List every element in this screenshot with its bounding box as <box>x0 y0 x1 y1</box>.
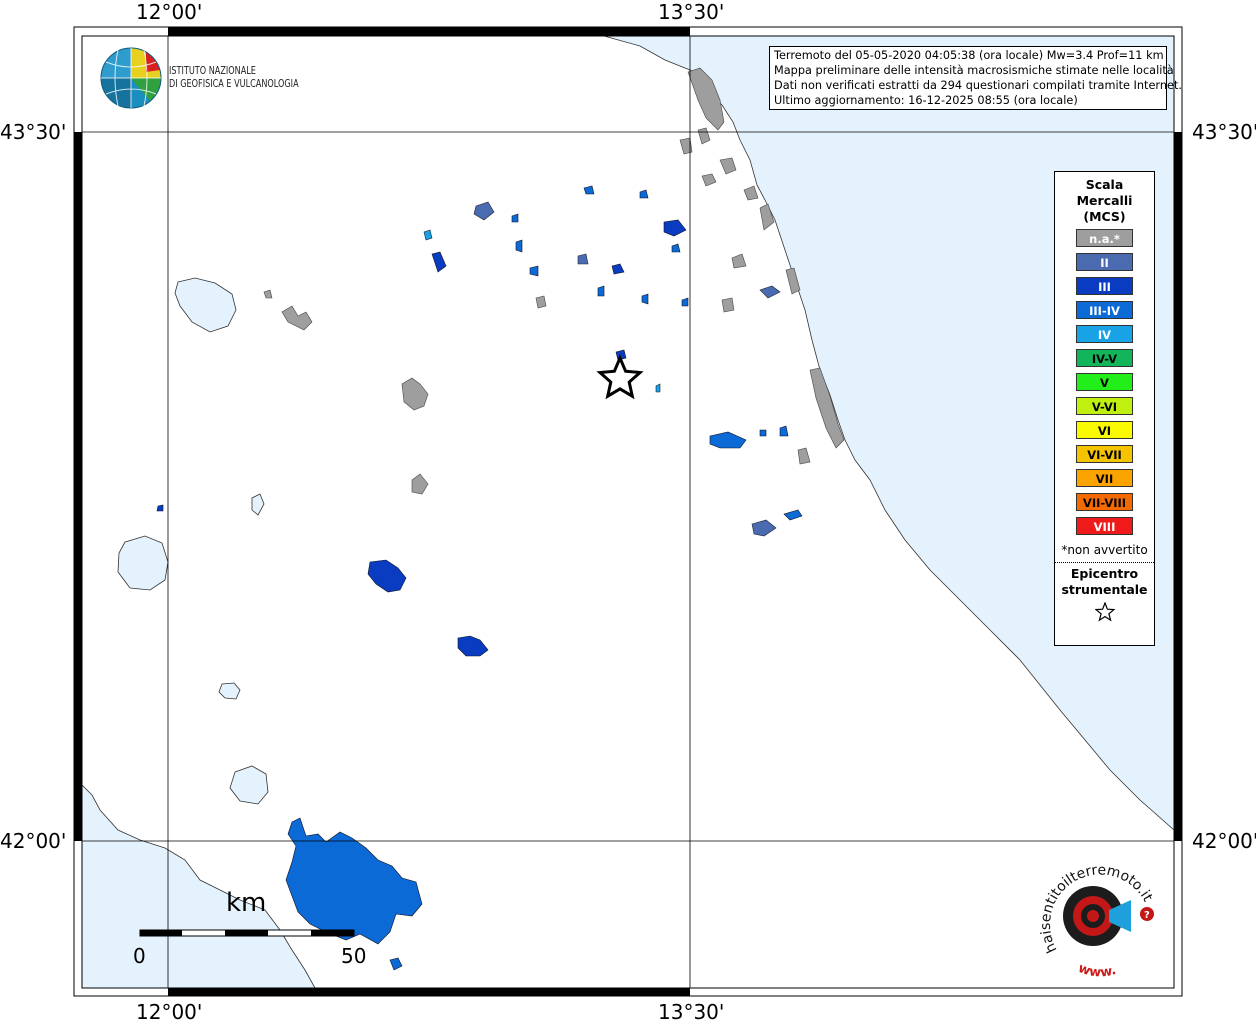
ingv-logo-line1: ISTITUTO NAZIONALE <box>169 64 256 77</box>
legend-star-icon <box>1094 602 1115 622</box>
ingv-logo-line2: DI GEOFISICA E VULCANOLOGIA <box>169 77 299 90</box>
haisentito-logo: haisentitoilterremoto.it www. ? <box>1038 862 1156 980</box>
event-info-line3: Dati non verificati estratti da 294 ques… <box>774 79 1183 92</box>
coord-left-bottom: 42°00' <box>0 829 67 853</box>
svg-text:?: ? <box>1144 910 1150 921</box>
scale-min-label: 0 <box>133 944 146 968</box>
legend-item: VIII <box>1076 517 1133 535</box>
legend-item: V <box>1076 373 1133 391</box>
legend-separator <box>1055 562 1154 563</box>
legend-epicenter-line1: Epicentro <box>1070 566 1139 581</box>
legend-note: *non avvertito <box>1061 543 1148 557</box>
legend-item: VII-VIII <box>1076 493 1133 511</box>
legend-item: III-IV <box>1076 301 1133 319</box>
legend-item: IV <box>1076 325 1133 343</box>
lake-bolsena <box>117 535 169 591</box>
coord-top-left: 12°00' <box>136 0 203 24</box>
legend-epicenter-label: Epicentro strumentale <box>1055 566 1154 598</box>
legend-item: IV-V <box>1076 349 1133 367</box>
event-info-line1: Terremoto del 05-05-2020 04:05:38 (ora l… <box>774 49 1164 62</box>
coord-left-top: 43°30' <box>0 120 67 144</box>
coord-bottom-right: 13°30' <box>658 1000 725 1024</box>
coord-top-right: 13°30' <box>658 0 725 24</box>
mcs-legend: Scala Mercalli (MCS) n.a.* II III III-IV IV I… <box>1054 171 1155 646</box>
scale-max-label: 50 <box>341 944 367 968</box>
legend-item: VI <box>1076 421 1133 439</box>
scale-bar <box>139 929 355 937</box>
legend-title-line1: Scala <box>1085 177 1124 192</box>
coord-bottom-left: 12°00' <box>136 1000 203 1024</box>
legend-title-line2: Mercalli <box>1076 193 1133 208</box>
legend-item: VII <box>1076 469 1133 487</box>
haisentito-www: www. <box>1076 961 1118 980</box>
legend-item: II <box>1076 253 1133 271</box>
event-info-box: Terremoto del 05-05-2020 04:05:38 (ora l… <box>769 46 1183 110</box>
legend-epicenter-line2: strumentale <box>1061 582 1148 597</box>
coord-right-top: 43°30' <box>1192 120 1256 144</box>
event-info-line2: Mappa preliminare delle intensità macros… <box>774 64 1174 77</box>
legend-item: V-VI <box>1076 397 1133 415</box>
legend-item: VI-VII <box>1076 445 1133 463</box>
ingv-logo-icon <box>100 47 162 109</box>
event-info-line4: Ultimo aggiornamento: 16-12-2025 08:55 (… <box>774 94 1078 107</box>
legend-item: III <box>1076 277 1133 295</box>
legend-items: n.a.* II III III-IV IV IV-V V V-VI VI VI-VII VII VI… <box>1055 229 1154 535</box>
scale-unit-label: km <box>226 888 267 918</box>
svg-text:www.: www. <box>1076 961 1118 980</box>
legend-item: n.a.* <box>1076 229 1133 247</box>
ingv-logo-text: ISTITUTO NAZIONALE DI GEOFISICA E VULCAN… <box>169 64 299 90</box>
coord-right-bottom: 42°00' <box>1192 829 1256 853</box>
legend-title-line3: (MCS) <box>1083 209 1126 224</box>
legend-title: Scala Mercalli (MCS) <box>1055 177 1154 225</box>
